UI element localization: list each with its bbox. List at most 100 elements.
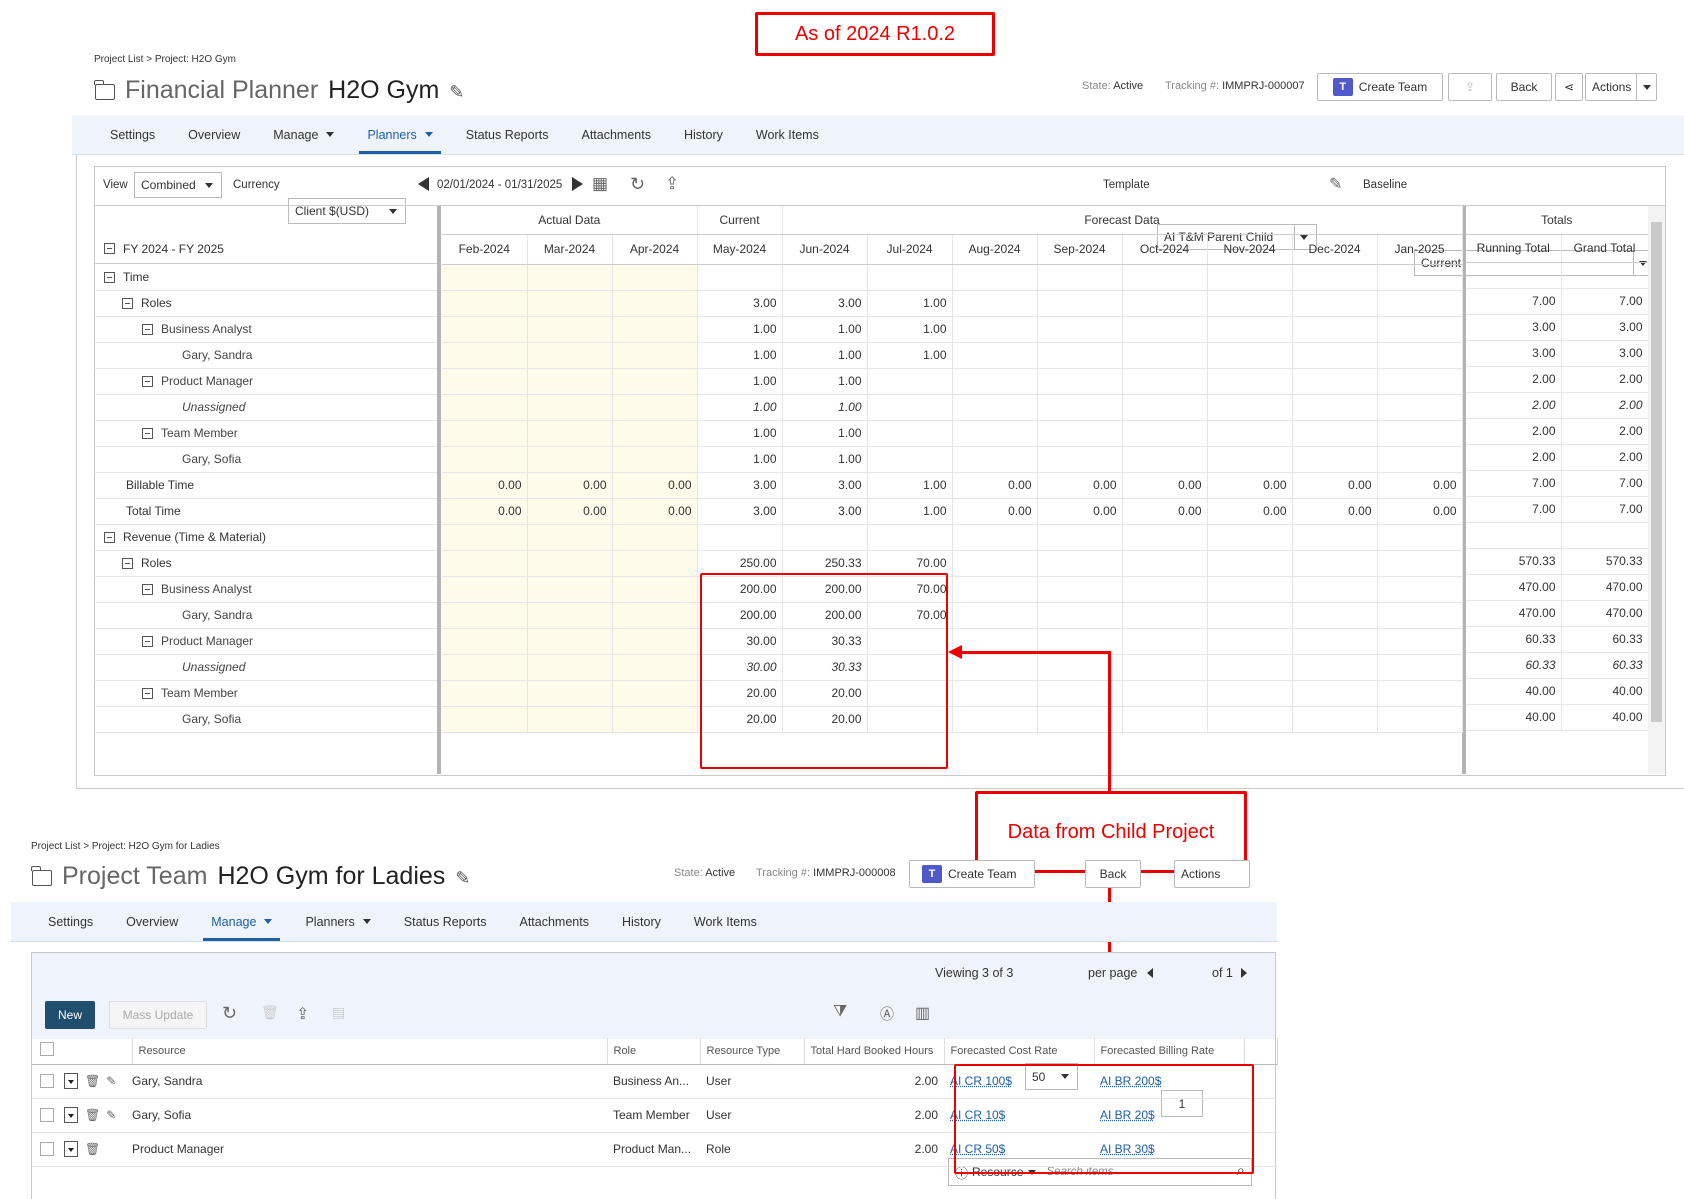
tab-planners[interactable]: Planners <box>359 115 442 154</box>
grid-cell[interactable] <box>1207 420 1293 447</box>
breadcrumb[interactable]: Project List > Project: H2O Gym <box>94 54 236 65</box>
grid-cell[interactable] <box>1292 446 1378 473</box>
grid-cell[interactable]: 3.00 <box>782 472 868 499</box>
grid-cell[interactable]: 1.00 <box>782 420 868 447</box>
grid-cell[interactable] <box>952 550 1038 577</box>
grid-cell[interactable] <box>527 264 613 291</box>
grid-cell[interactable] <box>1037 368 1123 395</box>
export-icon[interactable]: ⇪ <box>296 1004 309 1024</box>
grid-cell[interactable]: 1.00 <box>782 394 868 421</box>
select-all-checkbox[interactable] <box>40 1042 54 1057</box>
collapse-icon[interactable] <box>142 636 153 648</box>
tab-attachments[interactable]: Attachments <box>581 115 650 154</box>
grid-cell[interactable]: 1.00 <box>867 498 953 525</box>
grid-cell[interactable] <box>1122 290 1208 317</box>
grid-cell[interactable] <box>867 446 953 473</box>
grid-cell[interactable]: 0.00 <box>612 498 698 525</box>
grid-cell[interactable] <box>612 420 698 447</box>
grid-cell[interactable]: 0.00 <box>952 472 1038 499</box>
export-button[interactable]: ⇪ <box>1448 73 1492 101</box>
tab-manage[interactable]: Manage <box>273 115 335 154</box>
grid-cell[interactable] <box>1207 446 1293 473</box>
col-hard-booked-hours[interactable]: Total Hard Booked Hours <box>804 1038 945 1065</box>
delete-icon[interactable]: 🗑 <box>85 1108 100 1122</box>
delete-icon[interactable]: 🗑 <box>85 1074 100 1088</box>
actions-button-child[interactable]: Actions <box>1174 860 1250 888</box>
grid-cell[interactable] <box>612 706 698 733</box>
grid-cell[interactable] <box>442 446 528 473</box>
grid-cell[interactable] <box>952 342 1038 369</box>
grid-cell[interactable]: 3.00 <box>697 498 783 525</box>
grid-cell[interactable] <box>1292 290 1378 317</box>
grid-cell[interactable] <box>1207 264 1293 291</box>
grid-cell[interactable] <box>442 342 528 369</box>
grid-cell[interactable] <box>1122 602 1208 629</box>
grid-cell[interactable] <box>782 524 868 551</box>
grid-cell[interactable] <box>1292 706 1378 733</box>
grid-cell[interactable] <box>1377 654 1463 681</box>
tab-planners[interactable]: Planners <box>305 902 371 941</box>
grid-cell[interactable] <box>527 342 613 369</box>
grid-cell[interactable] <box>1292 654 1378 681</box>
tab-history[interactable]: History <box>684 115 723 154</box>
grid-cell[interactable] <box>867 394 953 421</box>
grid-cell[interactable] <box>1207 316 1293 343</box>
grid-cell[interactable]: 0.00 <box>952 498 1038 525</box>
grid-cell[interactable] <box>1292 368 1378 395</box>
grid-cell[interactable] <box>1292 394 1378 421</box>
grid-cell[interactable]: 0.00 <box>1037 472 1123 499</box>
grid-cell[interactable] <box>1377 576 1463 603</box>
grid-cell[interactable] <box>1377 446 1463 473</box>
filter-icon[interactable]: ⧩ <box>833 1003 847 1021</box>
next-period-icon[interactable] <box>572 177 583 191</box>
grid-cell[interactable] <box>952 316 1038 343</box>
grid-cell[interactable]: 1.00 <box>697 446 783 473</box>
grid-cell[interactable] <box>527 368 613 395</box>
grid-cell[interactable]: 1.00 <box>782 446 868 473</box>
grid-cell[interactable] <box>442 316 528 343</box>
grid-cell[interactable] <box>1207 368 1293 395</box>
grid-cell[interactable] <box>527 576 613 603</box>
tab-status-reports[interactable]: Status Reports <box>404 902 487 941</box>
grid-cell[interactable] <box>1122 550 1208 577</box>
grid-cell[interactable] <box>1377 316 1463 343</box>
grid-cell[interactable] <box>1122 316 1208 343</box>
grid-cell[interactable] <box>1377 524 1463 551</box>
grid-cell[interactable] <box>952 602 1038 629</box>
grid-cell[interactable] <box>1122 628 1208 655</box>
grid-cell[interactable] <box>952 264 1038 291</box>
text-icon[interactable]: Ⓐ <box>880 1004 894 1024</box>
refresh-icon[interactable]: ↻ <box>630 174 645 195</box>
grid-cell[interactable] <box>527 524 613 551</box>
grid-cell[interactable] <box>1122 420 1208 447</box>
col-forecasted-cost-rate[interactable]: Forecasted Cost Rate <box>944 1038 1095 1065</box>
grid-cell[interactable]: 0.00 <box>442 498 528 525</box>
grid-cell[interactable] <box>952 394 1038 421</box>
col-role[interactable]: Role <box>607 1038 701 1065</box>
grid-cell[interactable] <box>442 524 528 551</box>
grid-cell[interactable] <box>527 706 613 733</box>
grid-cell[interactable] <box>612 342 698 369</box>
grid-cell[interactable] <box>1207 602 1293 629</box>
grid-cell[interactable]: 0.00 <box>1122 498 1208 525</box>
grid-cell[interactable] <box>1207 706 1293 733</box>
grid-cell[interactable]: 0.00 <box>1207 498 1293 525</box>
collapse-icon[interactable] <box>142 428 153 440</box>
grid-cell[interactable] <box>867 264 953 291</box>
grid-cell[interactable] <box>612 602 698 629</box>
export-icon[interactable]: ⇪ <box>665 174 679 194</box>
grid-cell[interactable] <box>442 654 528 681</box>
grid-cell[interactable] <box>1037 394 1123 421</box>
tab-settings[interactable]: Settings <box>110 115 155 154</box>
grid-cell[interactable] <box>527 602 613 629</box>
grid-cell[interactable] <box>1292 628 1378 655</box>
collapse-icon[interactable] <box>142 584 153 596</box>
grid-cell[interactable] <box>1122 446 1208 473</box>
grid-cell[interactable] <box>1037 524 1123 551</box>
grid-cell[interactable] <box>442 602 528 629</box>
grid-cell[interactable] <box>442 394 528 421</box>
grid-cell[interactable] <box>952 420 1038 447</box>
grid-cell[interactable]: 0.00 <box>612 472 698 499</box>
grid-cell[interactable] <box>782 264 868 291</box>
tab-overview[interactable]: Overview <box>126 902 178 941</box>
